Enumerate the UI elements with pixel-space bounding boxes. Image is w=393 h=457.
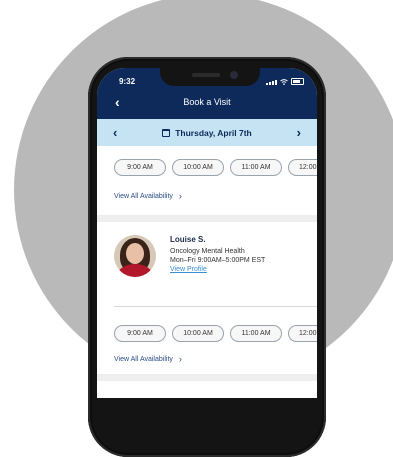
section-divider [97,215,317,222]
camera [230,71,238,79]
time-slot-row: 9:00 AM 10:00 AM 11:00 AM 12:00 PM [97,159,317,176]
time-slot[interactable]: 9:00 AM [114,159,166,176]
date-bar: ‹ Thursday, April 7th › [97,119,317,146]
view-all-availability-link[interactable]: View All Availability › [97,354,317,364]
previous-day-button[interactable]: ‹ [113,126,117,139]
provider-hours: Mon–Fri 9:00AM–5:00PM EST [170,257,266,264]
selected-date: Thursday, April 7th [175,127,252,138]
nav-bar: ‹ Book a Visit [97,90,317,119]
chevron-right-icon: › [178,354,182,364]
time-slot[interactable]: 11:00 AM [230,325,282,342]
view-all-label: View All Availability [114,355,173,363]
speaker [192,73,220,77]
view-profile-link[interactable]: View Profile [170,266,265,273]
next-day-button[interactable]: › [297,126,301,139]
time-slot[interactable]: 12:00 PM [288,159,317,176]
view-all-label: View All Availability [114,192,173,200]
date-selector[interactable]: Thursday, April 7th [162,128,252,138]
wifi-icon [280,79,288,85]
battery-icon [291,78,304,85]
time-slot[interactable]: 10:00 AM [172,325,224,342]
calendar-icon [162,128,171,137]
provider-card: Louise S. Oncology Mental Health Mon–Fri… [97,222,317,295]
system-icons [266,78,304,85]
section-divider [97,374,317,381]
phone-notch [160,66,260,86]
page-title: Book a Visit [183,97,231,107]
time-slot[interactable]: 12:00 PM [288,325,317,342]
avatar [114,235,156,277]
signal-icon [266,80,277,85]
provider-specialty: Oncology Mental Health [170,248,245,255]
time-slot[interactable]: 10:00 AM [172,159,224,176]
phone-screen: 9:32 ‹ Book a Visit ‹ Thursday, April 7t… [97,68,317,398]
time-slot[interactable]: 9:00 AM [114,325,166,342]
time-slot-row: 9:00 AM 10:00 AM 11:00 AM 12:00 PM [97,325,317,342]
status-time: 9:32 [119,77,136,86]
view-all-availability-link[interactable]: View All Availability › [97,191,317,201]
time-slot[interactable]: 11:00 AM [230,159,282,176]
provider-info: Louise S. Oncology Mental Health Mon–Fri… [170,235,265,295]
provider-name: Louise S. [170,235,206,244]
chevron-right-icon: › [178,191,182,201]
